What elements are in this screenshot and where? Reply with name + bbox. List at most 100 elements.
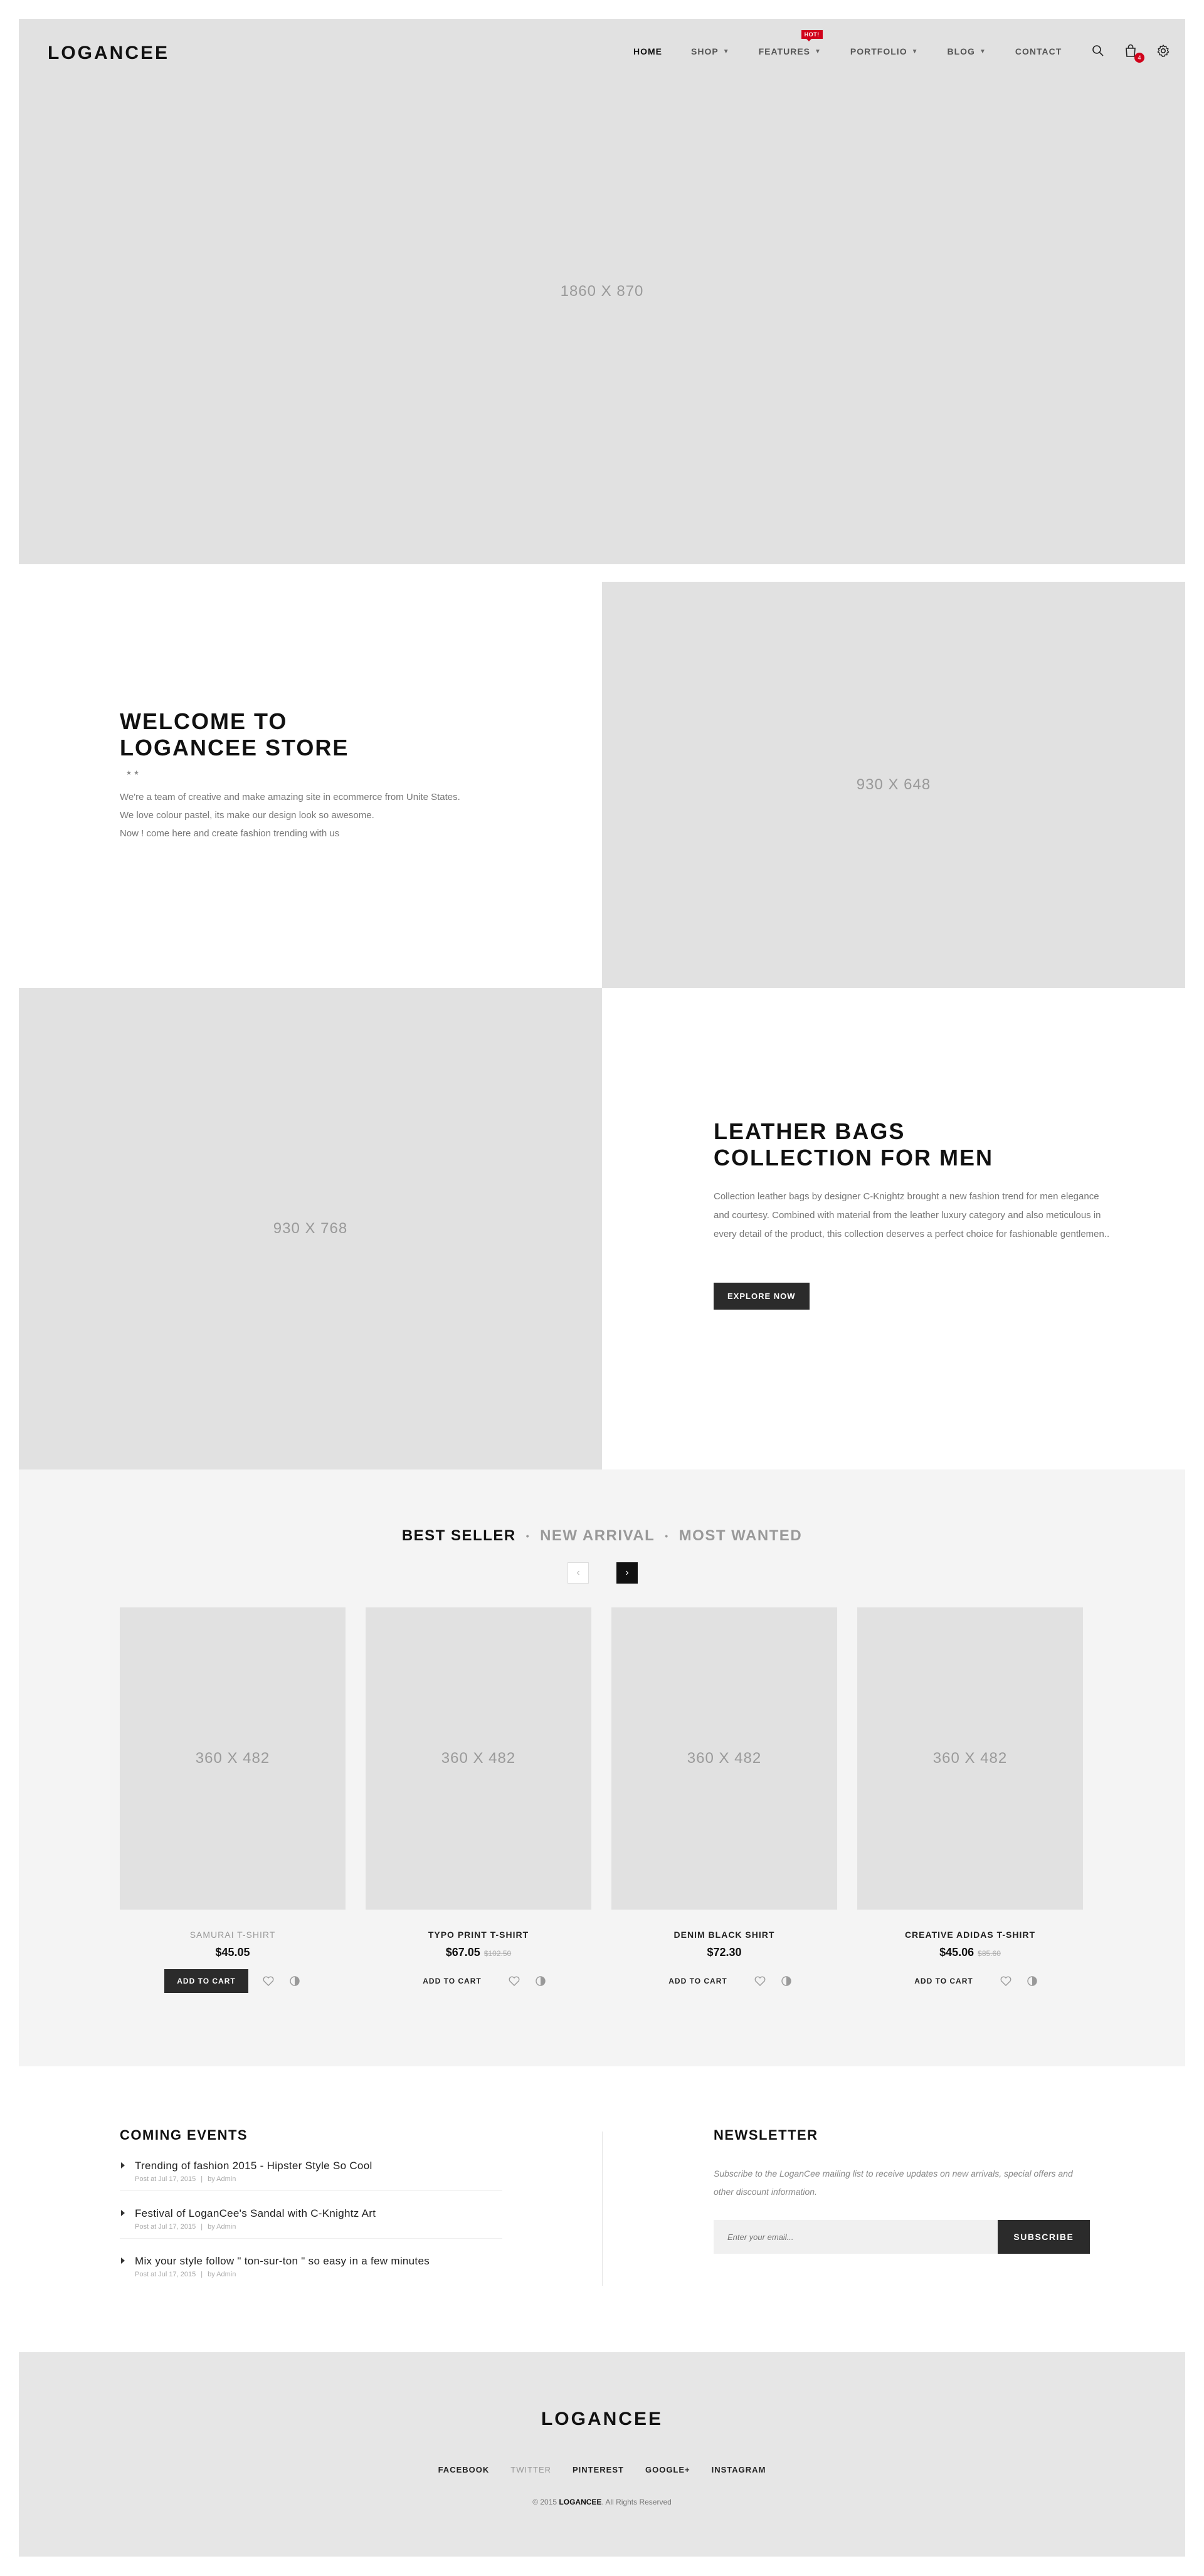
event-item: Mix your style follow " ton-sur-ton " so… (120, 2255, 502, 2286)
nav-label: HOME (633, 46, 662, 56)
chevron-down-icon: ▼ (979, 48, 986, 55)
product-image-placeholder[interactable]: 360 X 482 (120, 1607, 346, 1910)
nav-item-blog[interactable]: BLOG ▼ (948, 46, 986, 56)
heart-icon[interactable] (1000, 1975, 1012, 1987)
event-item: Trending of fashion 2015 - Hipster Style… (120, 2160, 502, 2191)
product-card: 360 X 482 SAMURAI T-SHIRT $45.05 ADD TO … (120, 1607, 346, 1993)
price-old: $102.50 (483, 1949, 512, 1958)
price-old: $85.60 (978, 1949, 1001, 1958)
cart-count-badge: 4 (1134, 53, 1144, 63)
product-price: $45.05 (120, 1946, 346, 1959)
social-link-pinterest[interactable]: PINTEREST (573, 2465, 624, 2474)
compare-icon[interactable] (288, 1975, 301, 1987)
email-input[interactable] (714, 2220, 998, 2254)
nav-label: FEATURES (758, 46, 811, 56)
add-to-cart-button[interactable]: ADD TO CART (164, 1969, 248, 1993)
product-actions: ADD TO CART (366, 1969, 591, 1993)
chevron-down-icon: ▼ (911, 48, 919, 55)
chevron-down-icon: ▼ (722, 48, 730, 55)
nav-label: BLOG (947, 46, 975, 56)
header-icons: 4 (1090, 43, 1171, 63)
event-author[interactable]: by Admin (208, 2223, 236, 2231)
site-logo[interactable]: LOGANCEE (48, 43, 169, 64)
chevron-down-icon: ▼ (815, 48, 821, 55)
nav-item-portfolio[interactable]: PORTFOLIO ▼ (850, 46, 919, 56)
caret-right-icon (121, 2258, 125, 2264)
product-image-placeholder[interactable]: 360 X 482 (857, 1607, 1083, 1910)
welcome-title: WELCOME TO LOGANCEE STORE (120, 708, 559, 761)
tab-most-wanted[interactable]: MOST WANTED (679, 1527, 803, 1545)
tab-new-arrival[interactable]: NEW ARRIVAL (540, 1527, 655, 1545)
compare-icon[interactable] (534, 1975, 547, 1987)
event-title[interactable]: Trending of fashion 2015 - Hipster Style… (135, 2160, 502, 2172)
tab-best-seller[interactable]: BEST SELLER (402, 1527, 516, 1545)
tab-separator: • (665, 1531, 669, 1541)
welcome-image-placeholder: 930 X 648 (602, 582, 1185, 988)
copyright-prefix: © 2015 (532, 2498, 557, 2506)
price-current: $72.30 (707, 1946, 742, 1958)
add-to-cart-button[interactable]: ADD TO CART (410, 1969, 494, 1993)
chevron-left-icon: ‹ (576, 1567, 580, 1578)
hero-image-placeholder: 1860 X 870 (19, 19, 1185, 564)
explore-now-button[interactable]: EXPLORE NOW (714, 1283, 810, 1310)
chevron-right-icon: › (625, 1567, 629, 1578)
product-card: 360 X 482 CREATIVE ADIDAS T-SHIRT $45.06… (857, 1607, 1083, 1993)
welcome-title-line1: WELCOME TO (120, 708, 288, 734)
main-nav: HOME SHOP ▼ HOT! FEATURES ▼ PORTFOLIO ▼ BLOG… (633, 30, 1090, 56)
welcome-line: We're a team of creative and make amazin… (120, 792, 460, 802)
copyright-suffix: . All Rights Reserved (601, 2498, 672, 2506)
hot-badge: HOT! (801, 30, 823, 41)
product-name[interactable]: SAMURAI T-SHIRT (120, 1930, 346, 1940)
add-to-cart-button[interactable]: ADD TO CART (902, 1969, 985, 1993)
social-link-facebook[interactable]: FACEBOOK (438, 2465, 490, 2474)
heart-icon[interactable] (508, 1975, 520, 1987)
star-icons: ★★ (126, 770, 141, 777)
social-link-twitter[interactable]: TWITTER (510, 2465, 551, 2474)
product-image-placeholder[interactable]: 360 X 482 (611, 1607, 837, 1910)
search-icon[interactable] (1090, 43, 1106, 59)
next-arrow-button[interactable]: › (616, 1562, 638, 1584)
product-image-label: 360 X 482 (441, 1750, 516, 1767)
gear-icon[interactable] (1155, 43, 1171, 59)
cart-icon[interactable]: 4 (1122, 43, 1144, 63)
event-author[interactable]: by Admin (208, 2175, 236, 2183)
event-title[interactable]: Festival of LoganCee's Sandal with C-Kni… (135, 2207, 502, 2220)
subscribe-button[interactable]: SUBSCRIBE (997, 2220, 1090, 2254)
event-meta: Post at Jul 17, 2015 | by Admin (135, 2271, 502, 2278)
welcome-description: We're a team of creative and make amazin… (120, 788, 559, 843)
product-actions: ADD TO CART (611, 1969, 837, 1993)
product-name[interactable]: CREATIVE ADIDAS T-SHIRT (857, 1930, 1083, 1940)
nav-item-features[interactable]: HOT! FEATURES ▼ (758, 30, 823, 56)
nav-label: CONTACT (1015, 46, 1062, 56)
prev-arrow-button[interactable]: ‹ (568, 1562, 589, 1584)
leather-title: LEATHER BAGS COLLECTION FOR MEN (714, 1118, 1115, 1171)
event-author[interactable]: by Admin (208, 2271, 236, 2278)
social-link-instagram[interactable]: INSTAGRAM (712, 2465, 766, 2474)
product-card: 360 X 482 DENIM BLACK SHIRT $72.30 ADD T… (611, 1607, 837, 1993)
product-name[interactable]: TYPO PRINT T-SHIRT (366, 1930, 591, 1940)
events-title: COMING EVENTS (120, 2127, 248, 2143)
compare-icon[interactable] (1026, 1975, 1038, 1987)
heart-icon[interactable] (262, 1975, 275, 1987)
add-to-cart-button[interactable]: ADD TO CART (656, 1969, 739, 1993)
heart-icon[interactable] (754, 1975, 766, 1987)
leather-image-placeholder: 930 X 768 (19, 988, 602, 1469)
copyright: © 2015 LOGANCEE. All Rights Reserved (19, 2498, 1185, 2506)
caret-right-icon (121, 2162, 125, 2169)
newsletter-text: Subscribe to the LoganCee mailing list t… (714, 2169, 1073, 2197)
footer-logo[interactable]: LOGANCEE (19, 2409, 1185, 2430)
social-link-google-plus[interactable]: GOOGLE+ (645, 2465, 690, 2474)
compare-icon[interactable] (780, 1975, 793, 1987)
coming-events: COMING EVENTS Trending of fashion 2015 -… (120, 2127, 502, 2286)
event-title[interactable]: Mix your style follow " ton-sur-ton " so… (135, 2255, 502, 2268)
leather-image-label: 930 X 768 (273, 1220, 348, 1237)
leather-section: LEATHER BAGS COLLECTION FOR MEN Collecti… (714, 1118, 1115, 1310)
nav-item-shop[interactable]: SHOP ▼ (691, 46, 730, 56)
product-name[interactable]: DENIM BLACK SHIRT (611, 1930, 837, 1940)
nav-item-contact[interactable]: CONTACT (1015, 46, 1062, 56)
product-image-placeholder[interactable]: 360 X 482 (366, 1607, 591, 1910)
nav-item-home[interactable]: HOME (633, 46, 662, 56)
meta-separator: | (201, 2223, 203, 2231)
leather-title-line2: COLLECTION FOR MEN (714, 1145, 993, 1170)
product-price: $72.30 (611, 1946, 837, 1959)
